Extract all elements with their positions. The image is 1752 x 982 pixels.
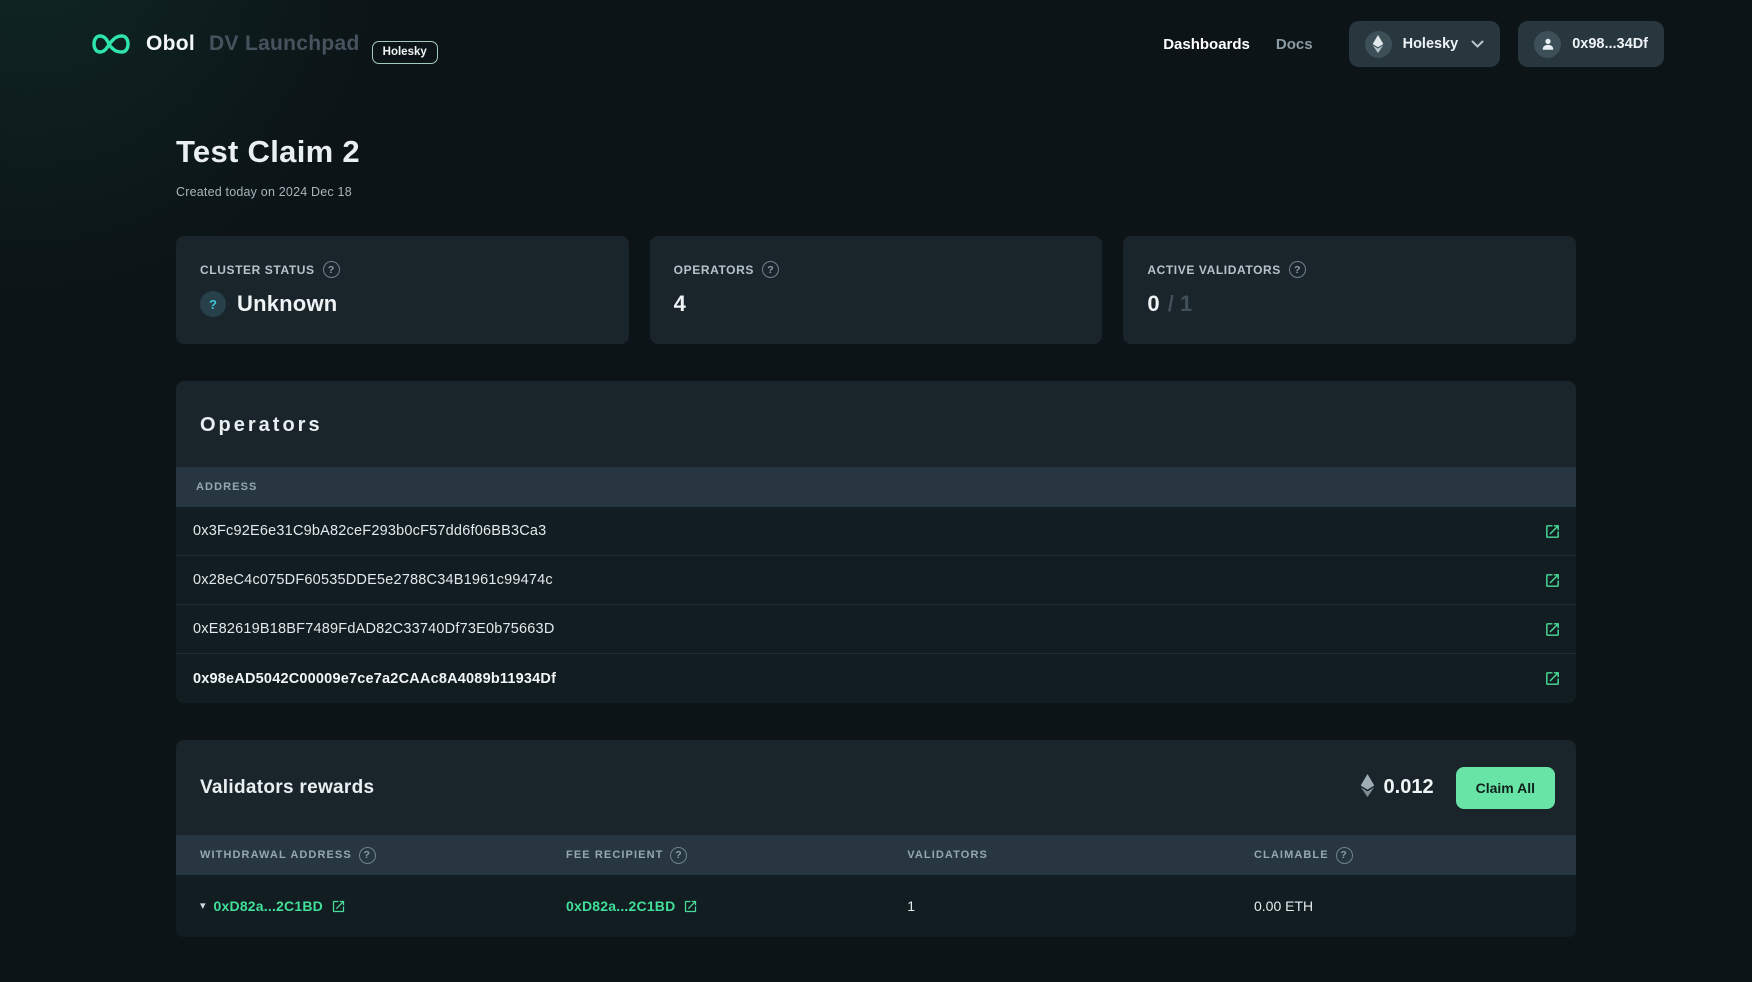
fee-recipient-help-icon[interactable]: ? [670,847,687,864]
operators-help-icon[interactable]: ? [762,261,779,278]
external-link-icon[interactable] [1544,621,1561,638]
external-link-icon[interactable] [683,899,698,914]
operators-panel: Operators ADDRESS 0x3Fc92E6e31C9bA82ceF2… [176,381,1576,703]
operator-row: 0x3Fc92E6e31C9bA82ceF293b0cF57dd6f06BB3C… [176,507,1576,556]
nav-right: Dashboards Docs Holesky [1163,21,1664,67]
stat-card-operators: OPERATORS ? 4 [650,236,1103,344]
rewards-table-header: WITHDRAWAL ADDRESS ? FEE RECIPIENT ? VAL… [176,835,1576,875]
network-selector-button[interactable]: Holesky [1349,21,1501,67]
operators-label: OPERATORS [674,263,754,277]
claim-all-button[interactable]: Claim All [1456,767,1555,809]
nav-link-docs[interactable]: Docs [1276,36,1313,53]
expand-row-caret-icon[interactable]: ▾ [200,901,206,912]
validators-rewards-panel: Validators rewards 0.012 Claim All [176,740,1576,937]
operator-address: 0x3Fc92E6e31C9bA82ceF293b0cF57dd6f06BB3C… [193,523,546,539]
claimable-help-icon[interactable]: ? [1336,847,1353,864]
validators-column-header: VALIDATORS [907,849,1254,861]
operator-address: 0x28eC4c075DF60535DDE5e2788C34B1961c9947… [193,572,553,588]
withdrawal-address-help-icon[interactable]: ? [359,847,376,864]
stat-card-cluster-status: CLUSTER STATUS ? ? Unknown [176,236,629,344]
withdrawal-address-cell: ▾ 0xD82a...2C1BD [200,898,566,914]
stat-card-active-validators: ACTIVE VALIDATORS ? 0 / 1 [1123,236,1576,344]
claimable-column-header: CLAIMABLE ? [1254,847,1576,864]
operator-address: 0xE82619B18BF7489FdAD82C33740Df73E0b7566… [193,621,555,637]
operator-row: 0x28eC4c075DF60535DDE5e2788C34B1961c9947… [176,556,1576,605]
cluster-status-label: CLUSTER STATUS [200,263,315,277]
wallet-account-button[interactable]: 0x98...34Df [1518,21,1664,67]
claimable-amount-cell: 0.00 ETH [1254,898,1576,914]
active-validators-value: 0 [1147,291,1159,317]
obol-infinity-logo-icon [88,31,134,57]
external-link-icon[interactable] [1544,670,1561,687]
external-link-icon[interactable] [1544,523,1561,540]
withdrawal-address-column-header: WITHDRAWAL ADDRESS ? [200,847,566,864]
page-title: Test Claim 2 [176,134,1576,170]
wallet-address-label: 0x98...34Df [1572,36,1648,52]
fee-recipient-link[interactable]: 0xD82a...2C1BD [566,898,675,914]
active-validators-total: / 1 [1168,291,1192,317]
network-selector-label: Holesky [1403,36,1459,52]
chevron-down-icon [1471,40,1484,48]
validators-count-cell: 1 [907,898,1254,914]
address-column-header: ADDRESS [196,481,258,493]
operators-panel-title: Operators [200,414,1552,437]
operator-row: 0xE82619B18BF7489FdAD82C33740Df73E0b7566… [176,605,1576,654]
rewards-panel-title: Validators rewards [200,777,374,799]
claimable-header-label: CLAIMABLE [1254,849,1329,861]
validators-header-label: VALIDATORS [907,849,988,861]
fee-recipient-cell: 0xD82a...2C1BD [566,898,907,914]
external-link-icon[interactable] [331,899,346,914]
ethereum-icon [1365,31,1392,58]
nav-buttons: Holesky 0x98...34Df [1349,21,1664,67]
fee-recipient-header-label: FEE RECIPIENT [566,849,663,861]
total-rewards-value: 0.012 [1384,776,1434,799]
brand-company: Obol [146,32,195,56]
main-content: Test Claim 2 Created today on 2024 Dec 1… [176,134,1576,937]
cluster-status-value: Unknown [237,291,337,317]
operators-table-header: ADDRESS [176,467,1576,507]
person-icon [1534,31,1561,58]
brand-product: DV Launchpad [209,32,360,56]
nav-link-dashboards[interactable]: Dashboards [1163,36,1250,53]
operators-count-value: 4 [674,291,686,317]
top-navbar: Obol DV Launchpad Holesky Dashboards Doc… [0,0,1752,88]
unknown-status-icon: ? [200,291,226,317]
operator-address: 0x98eAD5042C00009e7ce7a2CAAc8A4089b11934… [193,671,556,687]
rewards-table-row: ▾ 0xD82a...2C1BD 0xD82a...2C1BD [176,875,1576,937]
ethereum-icon [1360,774,1375,802]
withdrawal-address-link[interactable]: 0xD82a...2C1BD [214,898,323,914]
cluster-status-help-icon[interactable]: ? [323,261,340,278]
network-badge: Holesky [372,41,438,64]
fee-recipient-column-header: FEE RECIPIENT ? [566,847,907,864]
external-link-icon[interactable] [1544,572,1561,589]
operator-row-current-user: 0x98eAD5042C00009e7ce7a2CAAc8A4089b11934… [176,654,1576,703]
active-validators-help-icon[interactable]: ? [1289,261,1306,278]
brand: Obol DV Launchpad Holesky [88,31,438,57]
withdrawal-address-header-label: WITHDRAWAL ADDRESS [200,849,352,861]
total-rewards: 0.012 [1360,774,1434,802]
stats-row: CLUSTER STATUS ? ? Unknown OPERATORS ? 4… [176,236,1576,344]
page-subtitle: Created today on 2024 Dec 18 [176,185,1576,199]
active-validators-label: ACTIVE VALIDATORS [1147,263,1281,277]
